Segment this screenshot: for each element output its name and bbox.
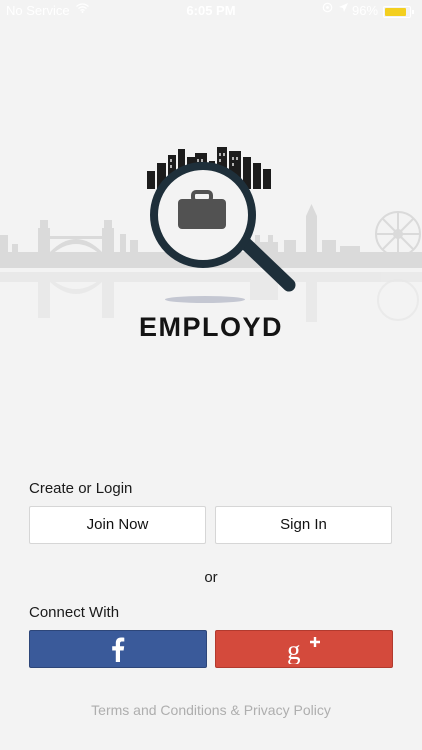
terms-privacy-link[interactable]: Terms and Conditions & Privacy Policy — [0, 702, 422, 718]
facebook-icon — [112, 637, 125, 662]
brand-logo — [147, 147, 296, 292]
create-login-label: Create or Login — [29, 480, 133, 497]
svg-text:g: g — [287, 635, 301, 664]
battery-icon — [383, 6, 414, 18]
status-bar: No Service 6:05 PM 96% — [0, 0, 422, 22]
logo-shadow — [165, 296, 245, 303]
join-now-button[interactable]: Join Now — [29, 506, 206, 544]
navigation-arrow-icon — [338, 2, 349, 16]
facebook-connect-button[interactable] — [29, 630, 207, 668]
google-plus-icon: g — [287, 635, 320, 664]
battery-percent: 96% — [352, 3, 379, 18]
brand-title: EMPLOYD — [138, 312, 283, 342]
or-divider: or — [204, 569, 218, 586]
sign-in-button[interactable]: Sign In — [215, 506, 392, 544]
google-plus-connect-button[interactable]: g — [215, 630, 393, 668]
connect-with-label: Connect With — [29, 604, 120, 621]
location-icon — [322, 2, 333, 16]
